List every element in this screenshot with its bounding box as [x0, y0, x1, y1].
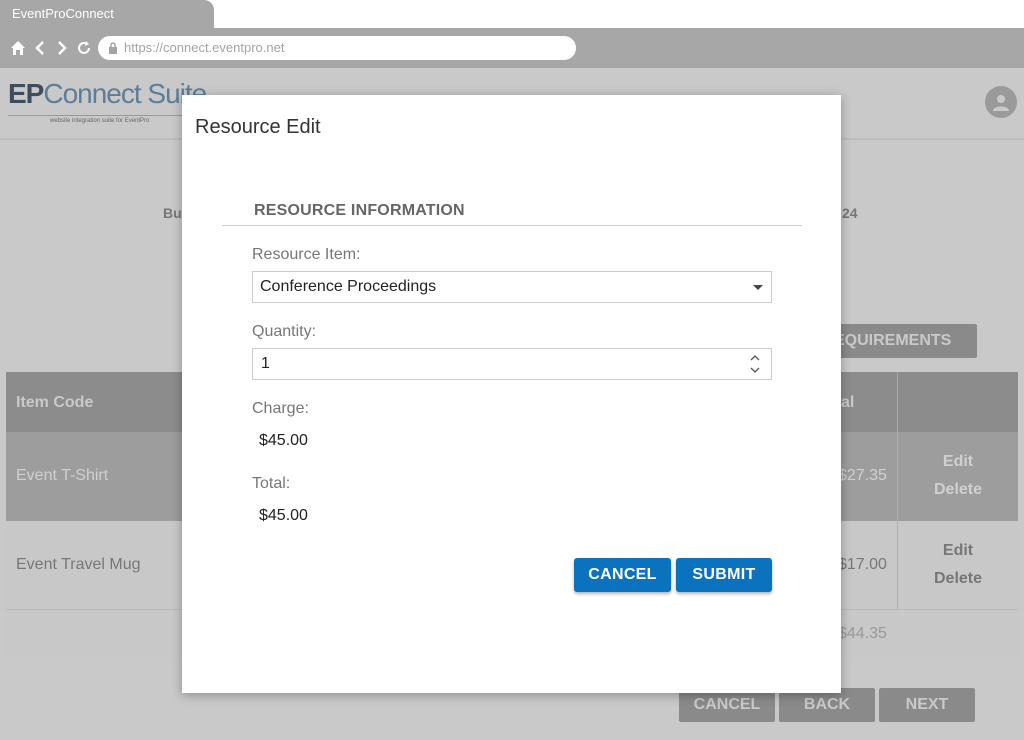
browser-tab[interactable]: EventProConnect [0, 0, 214, 28]
logo-tagline: website integration suite for EventPro [50, 118, 150, 124]
page-back-button[interactable]: BACK [779, 688, 875, 722]
requirements-button[interactable]: EQUIREMENTS [820, 324, 977, 358]
reload-icon[interactable] [76, 39, 92, 57]
page-next-button[interactable]: NEXT [879, 688, 975, 722]
resource-item-value: Conference Proceedings [260, 278, 437, 295]
browser-nav [10, 39, 92, 57]
section-title: RESOURCE INFORMATION [254, 202, 465, 219]
chevron-down-icon [753, 285, 763, 290]
grand-total: $44.35 [838, 625, 887, 642]
user-avatar-icon[interactable] [985, 86, 1017, 118]
browser-toolbar: https://connect.eventpro.net [0, 28, 1024, 68]
back-icon[interactable] [32, 39, 48, 57]
logo-ep: EP [8, 78, 44, 109]
row-item: Event Travel Mug [16, 556, 141, 573]
cancel-button[interactable]: CANCEL [574, 558, 671, 592]
page-footer-actions: CANCEL BACK NEXT [679, 688, 975, 722]
lock-icon [109, 42, 117, 54]
stepper-arrows-icon[interactable] [749, 353, 761, 375]
row-total: $17.00 [838, 556, 887, 573]
total-label: Total: [252, 475, 291, 492]
quantity-value: 1 [261, 355, 270, 372]
header-total: al [841, 394, 855, 411]
charge-label: Charge: [252, 400, 309, 417]
row-item: Event T-Shirt [16, 467, 109, 484]
modal-title: Resource Edit [195, 116, 321, 138]
page-cancel-button[interactable]: CANCEL [679, 688, 775, 722]
row-total: $27.35 [838, 467, 887, 484]
section-divider [222, 225, 802, 226]
resource-item-select[interactable]: Conference Proceedings [252, 271, 772, 303]
delete-link[interactable]: Delete [898, 476, 1018, 504]
address-url: https://connect.eventpro.net [124, 40, 285, 55]
resource-edit-modal: Resource Edit RESOURCE INFORMATION Resou… [182, 95, 841, 693]
forward-icon[interactable] [54, 39, 70, 57]
address-bar[interactable]: https://connect.eventpro.net [98, 36, 576, 60]
home-icon[interactable] [10, 39, 26, 57]
delete-link[interactable]: Delete [898, 565, 1018, 593]
charge-value: $45.00 [259, 432, 308, 449]
quantity-stepper[interactable]: 1 [252, 348, 772, 380]
submit-button[interactable]: SUBMIT [676, 558, 772, 592]
browser-tabbar: EventProConnect [0, 0, 1024, 28]
resource-item-label: Resource Item: [252, 246, 361, 263]
header-item-code: Item Code [16, 394, 94, 411]
edit-link[interactable]: Edit [898, 537, 1018, 565]
bg-label-left: Bu [163, 205, 182, 221]
bg-label-right: 24 [842, 205, 858, 221]
edit-link[interactable]: Edit [898, 448, 1018, 476]
total-value: $45.00 [259, 507, 308, 524]
quantity-label: Quantity: [252, 323, 317, 340]
